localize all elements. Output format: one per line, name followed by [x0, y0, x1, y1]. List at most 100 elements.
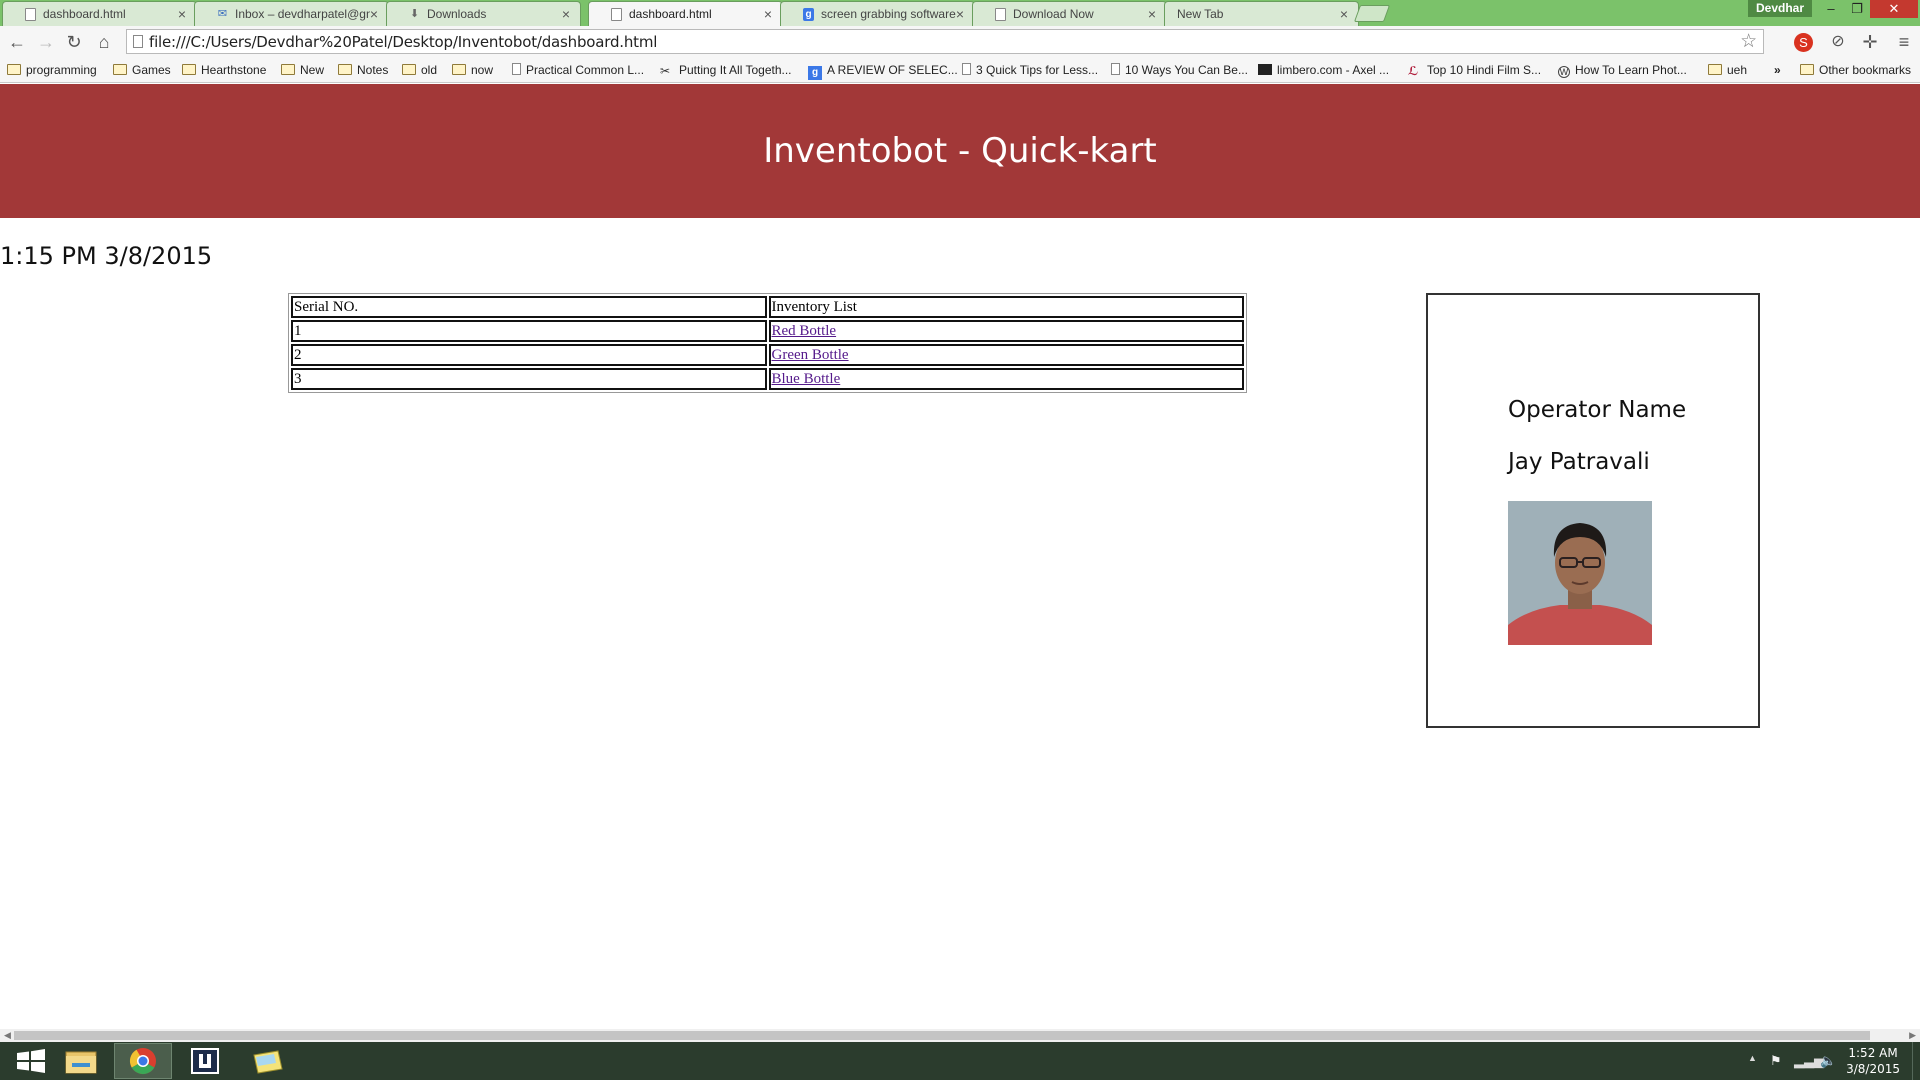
home-icon[interactable]: ⌂: [92, 30, 116, 54]
profile-badge[interactable]: Devdhar: [1748, 0, 1812, 17]
browser-toolbar: ← → ↻ ⌂ file:///C:/Users/Devdhar%20Patel…: [0, 26, 1920, 58]
address-bar[interactable]: file:///C:/Users/Devdhar%20Patel/Desktop…: [126, 29, 1764, 54]
bookmark-label: now: [471, 63, 494, 77]
item-cell: Green Bottle: [768, 344, 1244, 366]
close-icon[interactable]: ×: [1340, 6, 1348, 22]
folder-icon: [182, 64, 196, 75]
scroll-left-icon[interactable]: ◀: [4, 1029, 11, 1042]
item-link-blue-bottle[interactable]: Blue Bottle: [772, 371, 841, 387]
page-viewport: Inventobot - Quick-kart 1:15 PM 3/8/2015…: [0, 84, 1920, 1029]
taskbar-chrome[interactable]: [114, 1043, 172, 1079]
page-icon: [962, 63, 971, 75]
bookmark-10-ways[interactable]: 10 Ways You Can Be...: [1111, 63, 1248, 79]
close-icon[interactable]: ×: [764, 6, 772, 22]
current-datetime: 1:15 PM 3/8/2015: [0, 242, 213, 270]
folder-icon: [452, 64, 466, 75]
action-center-flag-icon[interactable]: ⚑: [1770, 1053, 1782, 1069]
volume-icon[interactable]: 🔈: [1820, 1053, 1836, 1069]
operator-heading: Operator Name: [1508, 397, 1687, 423]
close-icon[interactable]: ×: [1148, 6, 1156, 22]
bookmark-folder-ueh[interactable]: ueh: [1708, 63, 1747, 79]
bookmark-folder-games[interactable]: Games: [113, 63, 171, 79]
tab-inbox[interactable]: ✉ Inbox – devdharpatel@gm ×: [194, 1, 389, 26]
tab-label: dashboard.html: [43, 7, 126, 21]
minimize-icon[interactable]: –: [1818, 0, 1844, 18]
folder-icon: [7, 64, 21, 75]
extension-icon[interactable]: S: [1794, 33, 1813, 52]
mail-icon: ✉: [217, 8, 228, 20]
tab-label: Downloads: [427, 7, 487, 21]
tray-expand-icon[interactable]: ▲: [1748, 1053, 1757, 1063]
taskbar-app[interactable]: [176, 1043, 234, 1079]
item-link-green-bottle[interactable]: Green Bottle: [772, 347, 849, 363]
tray-clock[interactable]: 1:52 AM 3/8/2015: [1846, 1045, 1900, 1077]
page-banner: Inventobot - Quick-kart: [0, 84, 1920, 218]
tab-new-tab[interactable]: New Tab ×: [1164, 1, 1359, 26]
bookmarks-overflow-chevron-icon[interactable]: »: [1774, 63, 1781, 79]
bookmark-limbero[interactable]: limbero.com - Axel ...: [1258, 63, 1389, 79]
folder-icon: [1708, 64, 1722, 75]
page-title: Inventobot - Quick-kart: [763, 131, 1157, 171]
bookmark-practical-common[interactable]: Practical Common L...: [512, 63, 644, 79]
page-icon: [133, 35, 143, 48]
bookmark-how-to-learn[interactable]: W How To Learn Phot...: [1558, 63, 1687, 79]
bookmark-folder-hearthstone[interactable]: Hearthstone: [182, 63, 266, 79]
extension-sync-icon[interactable]: ⊘: [1826, 30, 1850, 54]
table-row: 2 Green Bottle: [291, 344, 1244, 366]
forward-icon[interactable]: →: [34, 30, 58, 54]
bookmark-top-10-hindi[interactable]: ℒ Top 10 Hindi Film S...: [1408, 63, 1541, 79]
window-close-icon[interactable]: ✕: [1870, 0, 1918, 18]
table-row: 3 Blue Bottle: [291, 368, 1244, 390]
operator-photo: [1508, 501, 1652, 645]
bookmarks-bar: programming Games Hearthstone New Notes …: [0, 58, 1920, 83]
tab-download-now[interactable]: Download Now ×: [972, 1, 1167, 26]
tab-dashboard-active[interactable]: dashboard.html ×: [588, 1, 783, 27]
bookmark-star-icon[interactable]: ☆: [1740, 30, 1757, 52]
bookmark-label: Notes: [357, 63, 389, 77]
restore-icon[interactable]: ❐: [1844, 0, 1870, 18]
reload-icon[interactable]: ↻: [62, 30, 86, 54]
taskbar-file-explorer[interactable]: [52, 1043, 110, 1079]
bookmark-folder-old[interactable]: old: [402, 63, 437, 79]
tab-label: dashboard.html: [629, 7, 712, 21]
tab-dashboard-1[interactable]: dashboard.html ×: [2, 1, 197, 26]
bookmark-review-of-selec[interactable]: g A REVIEW OF SELEC...: [808, 63, 958, 80]
new-tab-button[interactable]: [1353, 5, 1391, 22]
scroll-right-icon[interactable]: ▶: [1909, 1029, 1916, 1042]
bookmark-folder-new[interactable]: New: [281, 63, 324, 79]
close-icon[interactable]: ×: [956, 6, 964, 22]
folder-icon: [402, 64, 416, 75]
google-icon: g: [803, 8, 814, 21]
bookmark-folder-notes[interactable]: Notes: [338, 63, 388, 79]
folder-icon: [338, 64, 352, 75]
scrollbar-thumb[interactable]: [14, 1031, 1870, 1040]
bookmark-putting-it-all[interactable]: ✂ Putting It All Togeth...: [660, 63, 792, 79]
back-icon[interactable]: ←: [5, 30, 29, 54]
tab-screen-grabbing[interactable]: g screen grabbing software ×: [780, 1, 975, 26]
close-icon[interactable]: ×: [562, 6, 570, 22]
crosshair-icon[interactable]: ✛: [1858, 30, 1882, 54]
horizontal-scrollbar[interactable]: ◀ ▶: [0, 1029, 1920, 1042]
bookmark-label: Other bookmarks: [1819, 63, 1912, 77]
notes-icon: [253, 1050, 283, 1074]
menu-icon[interactable]: ≡: [1892, 30, 1916, 54]
bookmark-3-quick-tips[interactable]: 3 Quick Tips for Less...: [962, 63, 1098, 79]
chrome-icon: [129, 1048, 156, 1075]
bookmark-folder-programming[interactable]: programming: [7, 63, 97, 79]
bookmark-label: Games: [132, 63, 171, 77]
bookmark-folder-now[interactable]: now: [452, 63, 493, 79]
bookmark-folder-other[interactable]: Other bookmarks: [1800, 63, 1911, 79]
taskbar-sticky-notes[interactable]: [238, 1043, 296, 1079]
item-link-red-bottle[interactable]: Red Bottle: [772, 323, 837, 339]
operator-card: Operator Name Jay Patravali: [1426, 293, 1760, 728]
close-icon[interactable]: ×: [178, 6, 186, 22]
tab-label: Download Now: [1013, 7, 1094, 21]
close-icon[interactable]: ×: [370, 6, 378, 22]
show-desktop-button[interactable]: [1912, 1042, 1920, 1080]
wordpress-icon: W: [1558, 66, 1570, 78]
tab-label: screen grabbing software: [821, 7, 956, 21]
serial-cell: 2: [291, 344, 767, 366]
serial-cell: 1: [291, 320, 767, 342]
tool-icon: ✂: [660, 64, 671, 78]
tab-downloads[interactable]: ⬇ Downloads ×: [386, 1, 581, 26]
